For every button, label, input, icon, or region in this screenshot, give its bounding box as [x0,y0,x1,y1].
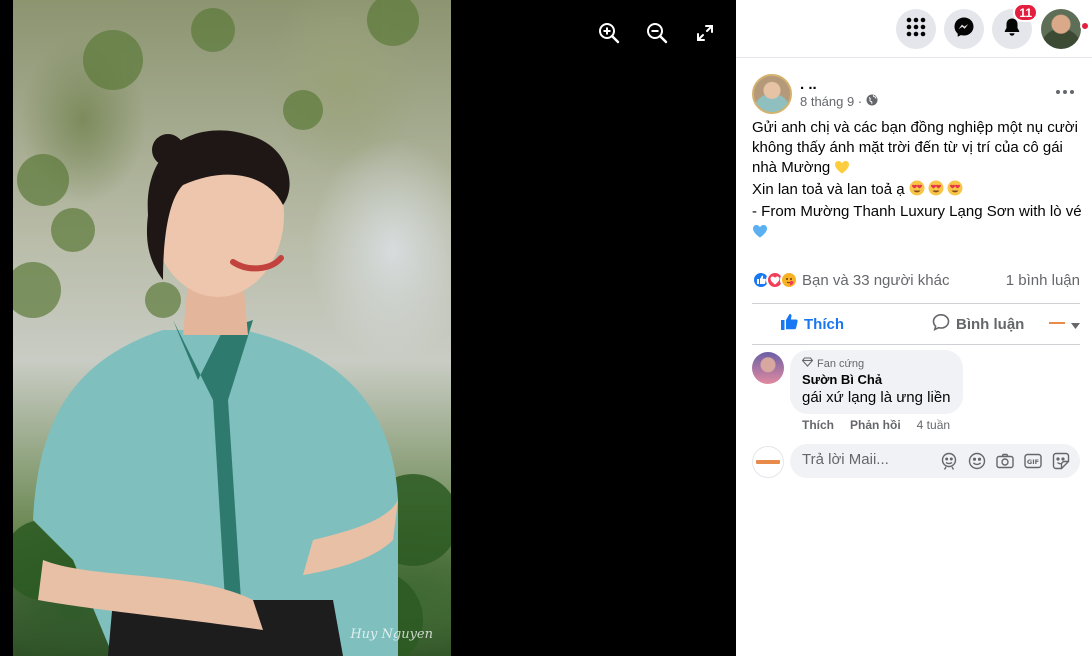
camera-icon[interactable] [996,452,1014,470]
fan-badge-label: Fan cứng [817,357,865,370]
like-button[interactable]: Thích [780,313,844,335]
post-text: Gửi anh chị và các bạn đồng nghiệp một n… [752,118,1082,244]
post-date[interactable]: 8 tháng 9 · [800,94,862,109]
top-bar: 11 [736,0,1092,58]
comment-button[interactable]: Bình luận [932,313,1024,335]
page-avatar-icon [1047,316,1067,333]
notifications-button[interactable]: 11 [992,3,1038,49]
heart-eyes-icon [909,180,965,202]
comment-icon [932,313,950,335]
comment-bubble: Fan cứng Sườn Bì Chả gái xứ lạng là ưng … [790,350,963,414]
zoom-out-icon [646,22,668,49]
gif-icon[interactable]: GIF [1024,452,1042,470]
yellow-heart-icon [834,160,850,180]
post-options-button[interactable] [1050,82,1080,102]
post-photo[interactable]: Huy Nguyen [13,0,451,656]
page-voice-selector[interactable] [1047,316,1080,333]
zoom-in-button[interactable] [596,22,622,48]
svg-text:GIF: GIF [1027,458,1039,466]
divider [752,344,1080,345]
messenger-icon [953,16,975,43]
post-panel: . .. 8 tháng 9 · Gửi anh chị và các bạn … [736,58,1092,656]
menu-button[interactable] [896,9,936,49]
divider [752,303,1080,304]
comment-actions: Thích Phản hồi 4 tuần [802,418,950,432]
chevron-down-icon [1071,316,1080,333]
account-avatar[interactable] [1041,9,1081,49]
blue-heart-icon [752,224,768,244]
globe-icon [866,94,878,109]
comment-label: Bình luận [956,315,1025,333]
reaction-icons[interactable] [752,271,798,289]
reply-box: GIF [790,444,1080,478]
sticker-icon[interactable] [1052,452,1070,470]
commenter-name[interactable]: Sườn Bì Chả [802,372,951,387]
post-text-line-2: Xin lan toả và lan toả ạ [752,181,905,198]
comment-text: gái xứ lạng là ưng liền [802,389,951,406]
grid-menu-icon [906,17,926,42]
post-text-line-1: Gửi anh chị và các bạn đồng nghiệp một n… [752,119,1078,176]
notification-count-badge: 11 [1013,3,1038,22]
comment-count[interactable]: 1 bình luận [1006,272,1080,289]
account-status-dot [1080,21,1090,31]
avatar-sticker-icon[interactable] [940,452,958,470]
fan-badge: Fan cứng [801,357,951,370]
reply-box-tools: GIF [940,452,1070,470]
zoom-out-button[interactable] [644,22,670,48]
diamond-icon [801,357,814,370]
comment-reply-button[interactable]: Phản hồi [850,418,901,432]
messenger-button[interactable] [944,9,984,49]
comment-time[interactable]: 4 tuần [917,418,950,432]
fullscreen-icon [696,24,714,47]
current-page-avatar[interactable] [752,446,784,478]
author-avatar[interactable] [752,74,792,114]
reply-input[interactable] [802,451,942,468]
reactions-summary[interactable]: Bạn và 33 người khác [802,272,949,289]
photo-signature: Huy Nguyen [350,627,433,642]
author-name[interactable]: . .. [800,76,817,93]
care-reaction-icon [780,271,798,289]
photo-viewer: Huy Nguyen [0,0,736,656]
photo-illustration [13,0,451,656]
zoom-in-icon [598,22,620,49]
more-icon [1056,90,1060,94]
post-meta: 8 tháng 9 · [800,94,878,109]
fullscreen-button[interactable] [692,22,718,48]
emoji-icon[interactable] [968,452,986,470]
comment-like-button[interactable]: Thích [802,418,834,432]
thumbs-up-icon [780,313,798,335]
commenter-avatar[interactable] [752,352,784,384]
reactions-bar: Bạn và 33 người khác 1 bình luận [752,271,1080,289]
post-actions: Thích Bình luận [752,306,1080,342]
like-label: Thích [804,315,844,333]
post-text-line-3: - From Mường Thanh Luxury Lạng Sơn with … [752,203,1082,220]
